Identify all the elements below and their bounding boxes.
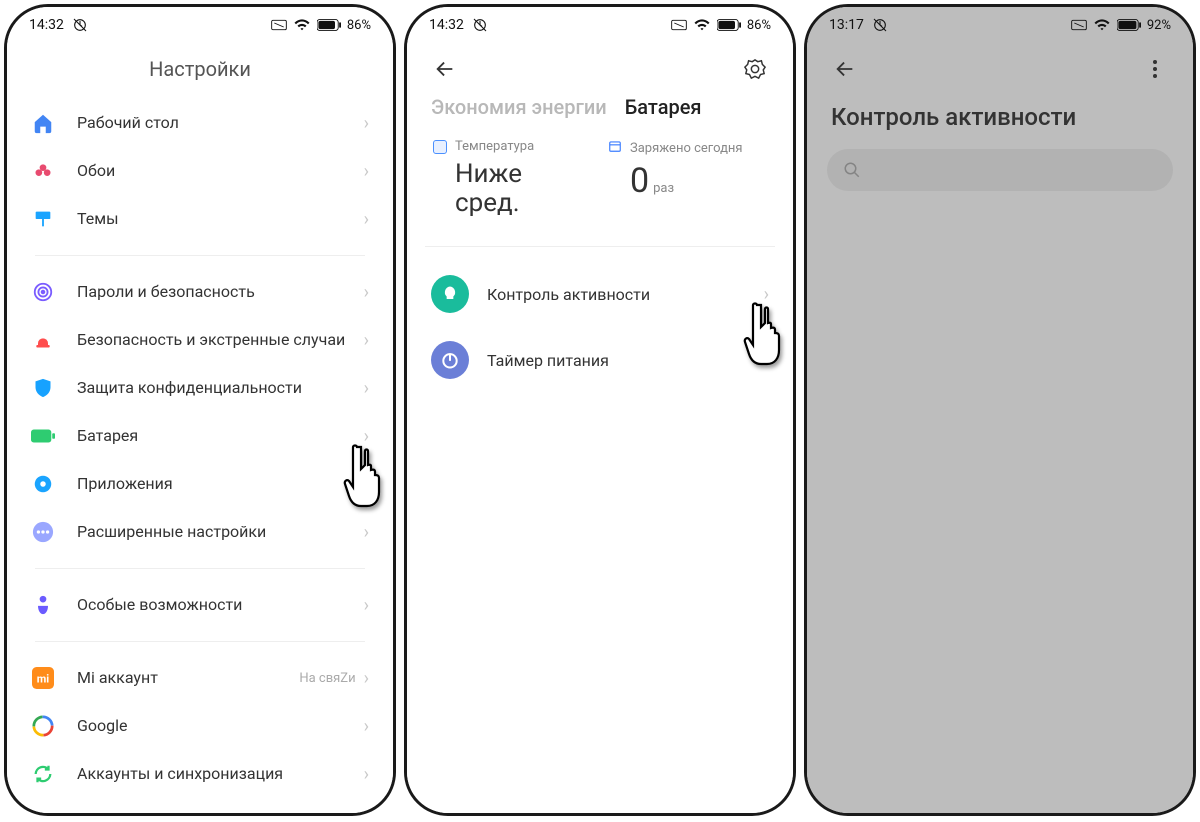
row-battery[interactable]: Батарея › <box>17 412 383 460</box>
chevron-right-icon: › <box>364 595 369 616</box>
battery-icon <box>317 19 341 31</box>
sim-icon <box>671 19 687 31</box>
chevron-right-icon: › <box>764 284 769 305</box>
settings-gear-button[interactable] <box>739 53 771 85</box>
divider <box>425 246 775 247</box>
mi-icon: mi <box>31 666 55 690</box>
battery-tabs: Экономия энергии Батарея <box>407 89 793 133</box>
status-bar: 14:32 86% <box>7 7 393 43</box>
search-icon <box>843 161 861 179</box>
chevron-right-icon: › <box>364 474 369 495</box>
chevron-right-icon: › <box>364 668 369 689</box>
row-passwords[interactable]: Пароли и безопасность › <box>17 268 383 316</box>
chevron-right-icon: › <box>364 522 369 543</box>
status-bar: 13:17 92% <box>807 7 1193 43</box>
back-button[interactable] <box>829 53 861 85</box>
status-bar: 14:32 86% <box>407 7 793 43</box>
row-desktop[interactable]: Рабочий стол › <box>17 99 383 147</box>
bulb-icon <box>431 275 469 313</box>
row-accounts-sync[interactable]: Аккаунты и синхронизация › <box>17 750 383 798</box>
access-icon <box>31 593 55 617</box>
row-privacy[interactable]: Защита конфиденциальности › <box>17 364 383 412</box>
chevron-right-icon: › <box>364 426 369 447</box>
flower-icon <box>31 159 55 183</box>
feature-power-timer[interactable]: Таймер питания › <box>407 327 793 393</box>
row-mi-account[interactable]: mi Mi аккаунт На свяZи › <box>17 654 383 702</box>
divider <box>35 641 365 642</box>
page-title: Настройки <box>7 43 393 99</box>
temperature-icon <box>433 140 447 154</box>
wifi-icon <box>693 18 711 32</box>
fingerprint-icon <box>31 280 55 304</box>
phone-settings: 14:32 86% Настройки Рабочий стол › <box>4 4 396 816</box>
row-advanced[interactable]: Расширенные настройки › <box>17 508 383 556</box>
row-sublabel: На свяZи <box>299 671 355 686</box>
phone-battery: 14:32 86% Экономия энер <box>404 4 796 816</box>
status-battery-pct: 86% <box>747 18 771 33</box>
sim-icon <box>271 19 287 31</box>
status-time: 13:17 <box>829 17 864 33</box>
svg-text:mi: mi <box>37 673 50 686</box>
row-emergency[interactable]: Безопасность и экстренные случаи › <box>17 316 383 364</box>
status-battery-pct: 92% <box>1147 18 1171 33</box>
card-charged-today[interactable]: Заряжено сегодня 0раз <box>600 133 775 222</box>
search-input[interactable] <box>827 149 1173 191</box>
row-wallpaper[interactable]: Обои › <box>17 147 383 195</box>
alarm-off-icon <box>872 17 888 33</box>
alarm-off-icon <box>72 17 88 33</box>
sync-icon <box>31 762 55 786</box>
more-vertical-icon <box>1153 60 1157 78</box>
row-themes[interactable]: Темы › <box>17 195 383 243</box>
shield-icon <box>31 376 55 400</box>
wifi-icon <box>293 18 311 32</box>
brush-icon <box>31 207 55 231</box>
page-title: Контроль активности <box>807 89 1193 149</box>
chevron-right-icon: › <box>364 378 369 399</box>
chevron-right-icon: › <box>764 350 769 371</box>
status-time: 14:32 <box>29 17 64 33</box>
row-apps[interactable]: Приложения › <box>17 460 383 508</box>
back-button[interactable] <box>429 53 461 85</box>
dots-icon <box>31 520 55 544</box>
calendar-icon <box>608 139 622 157</box>
divider <box>35 568 365 569</box>
google-icon <box>31 714 55 738</box>
feature-activity-control[interactable]: Контроль активности › <box>407 261 793 327</box>
more-menu-button[interactable] <box>1139 53 1171 85</box>
status-battery-pct: 86% <box>347 18 371 33</box>
chevron-right-icon: › <box>364 764 369 785</box>
home-icon <box>31 111 55 135</box>
arrow-left-icon <box>834 58 856 80</box>
wifi-icon <box>1093 18 1111 32</box>
sim-icon <box>1071 19 1087 31</box>
tab-power-saving[interactable]: Экономия энергии <box>431 95 607 119</box>
settings-list: Рабочий стол › Обои › Темы › Пароли <box>7 99 393 798</box>
status-time: 14:32 <box>429 17 464 33</box>
arrow-left-icon <box>434 58 456 80</box>
divider <box>35 255 365 256</box>
chevron-right-icon: › <box>364 161 369 182</box>
phone-activity-control: 13:17 92% Контроль активности <box>804 4 1196 816</box>
tab-battery[interactable]: Батарея <box>625 95 702 119</box>
alert-icon <box>31 328 55 352</box>
power-icon <box>431 341 469 379</box>
gear-icon <box>744 58 766 80</box>
chevron-right-icon: › <box>364 330 369 351</box>
card-temperature[interactable]: Температура Ниже сред. <box>425 133 600 222</box>
battery-icon <box>31 424 55 448</box>
row-google[interactable]: Google › <box>17 702 383 750</box>
battery-icon <box>1117 19 1141 31</box>
chevron-right-icon: › <box>364 209 369 230</box>
chevron-right-icon: › <box>364 716 369 737</box>
gear-icon <box>31 472 55 496</box>
alarm-off-icon <box>472 17 488 33</box>
battery-icon <box>717 19 741 31</box>
row-accessibility[interactable]: Особые возможности › <box>17 581 383 629</box>
chevron-right-icon: › <box>364 282 369 303</box>
chevron-right-icon: › <box>364 113 369 134</box>
